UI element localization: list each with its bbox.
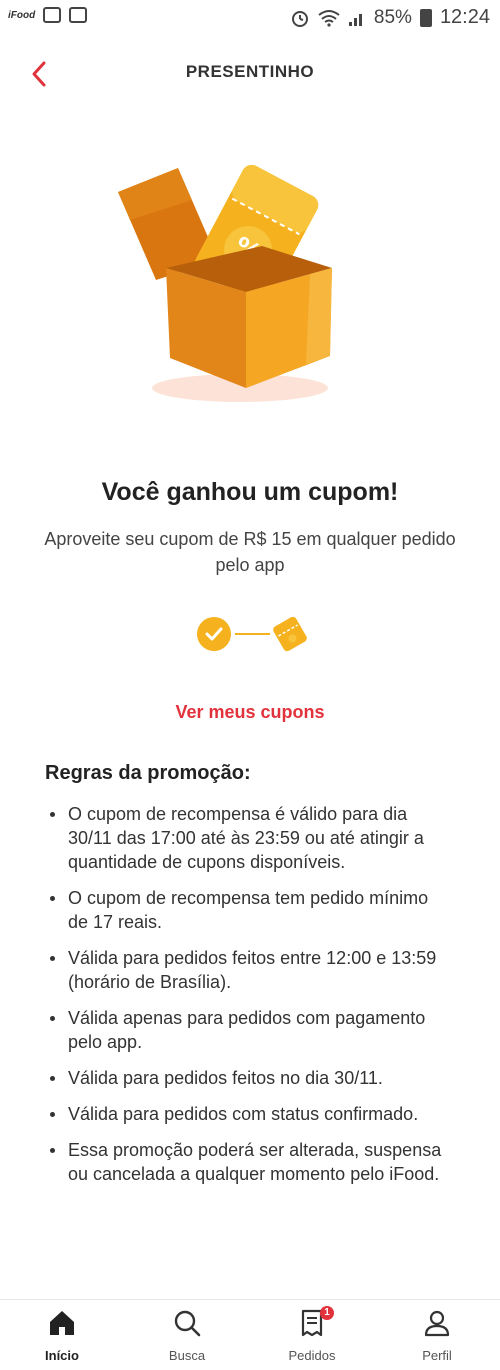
notification-icon [43, 7, 62, 23]
nav-label: Pedidos [288, 1348, 336, 1363]
alarm-icon [291, 10, 308, 27]
rule-text: Válida para pedidos feitos entre 12:00 e… [68, 948, 437, 992]
rule-item: Essa promoção poderá ser alterada, suspe… [46, 1138, 446, 1186]
bullet-icon [50, 1016, 55, 1021]
reward-subtitle: Aproveite seu cupom de R$ 15 em qualquer… [44, 529, 456, 575]
bullet-icon [50, 1112, 55, 1117]
bullet-icon [50, 956, 55, 961]
rule-text: O cupom de recompensa é válido para dia … [68, 804, 424, 872]
rule-text: Válida para pedidos feitos no dia 30/11. [68, 1068, 383, 1088]
signal-icon [348, 13, 362, 26]
rules-list: O cupom de recompensa é válido para dia … [46, 802, 446, 1198]
reward-progress [0, 612, 500, 656]
view-coupons-link[interactable]: Ver meus cupons [0, 702, 500, 723]
status-bar-left: iFood [8, 7, 88, 23]
rule-item: O cupom de recompensa tem pedido mínimo … [46, 886, 446, 934]
nav-item-perfil[interactable]: Perfil [387, 1308, 487, 1363]
search-icon [174, 1310, 201, 1337]
home-icon [50, 1311, 74, 1335]
check-step-icon [197, 617, 231, 651]
clock: 12:24 [439, 6, 490, 28]
battery-icon [419, 8, 432, 27]
rule-item: Válida para pedidos com status confirmad… [46, 1102, 446, 1126]
profile-icon [424, 1310, 450, 1337]
nav-item-busca[interactable]: Busca [137, 1308, 237, 1363]
image-icon [69, 7, 88, 23]
rule-item: Válida para pedidos feitos entre 12:00 e… [46, 946, 446, 994]
header: PRESENTINHO [0, 48, 500, 96]
nav-label: Busca [168, 1348, 206, 1363]
nav-label: Perfil [422, 1348, 452, 1363]
ifood-mini-logo: iFood [8, 9, 36, 21]
bullet-icon [50, 1148, 55, 1153]
coupon-icon [273, 616, 307, 652]
bottom-navigation: Início Busca 1 Pedidos Perfil [0, 1299, 500, 1370]
wifi-icon [318, 9, 340, 27]
bullet-icon [50, 896, 55, 901]
rule-text: Válida apenas para pedidos com pagamento… [68, 1008, 426, 1052]
nav-label: Início [45, 1348, 79, 1363]
rules-title: Regras da promoção: [45, 762, 251, 784]
nav-item-pedidos[interactable]: 1 Pedidos [262, 1306, 362, 1363]
bullet-icon [50, 1076, 55, 1081]
gift-box-illustration: % [100, 150, 340, 420]
orders-badge: 1 [320, 1306, 334, 1320]
rule-item: O cupom de recompensa é válido para dia … [46, 802, 446, 874]
page-title: PRESENTINHO [185, 62, 315, 81]
battery-percentage: 85% [373, 6, 412, 28]
rule-item: Válida apenas para pedidos com pagamento… [46, 1006, 446, 1054]
bullet-icon [50, 812, 55, 817]
rule-item: Válida para pedidos feitos no dia 30/11. [46, 1066, 446, 1090]
rule-text: O cupom de recompensa tem pedido mínimo … [68, 888, 429, 932]
rule-text: Válida para pedidos com status confirmad… [68, 1104, 419, 1124]
status-bar-right: 85% 12:24 [290, 6, 490, 29]
reward-title: Você ganhou um cupom! [101, 478, 399, 506]
nav-item-inicio[interactable]: Início [12, 1308, 112, 1363]
status-bar: iFood 85% 12:24 [0, 0, 500, 36]
rule-text: Essa promoção poderá ser alterada, suspe… [68, 1140, 442, 1184]
